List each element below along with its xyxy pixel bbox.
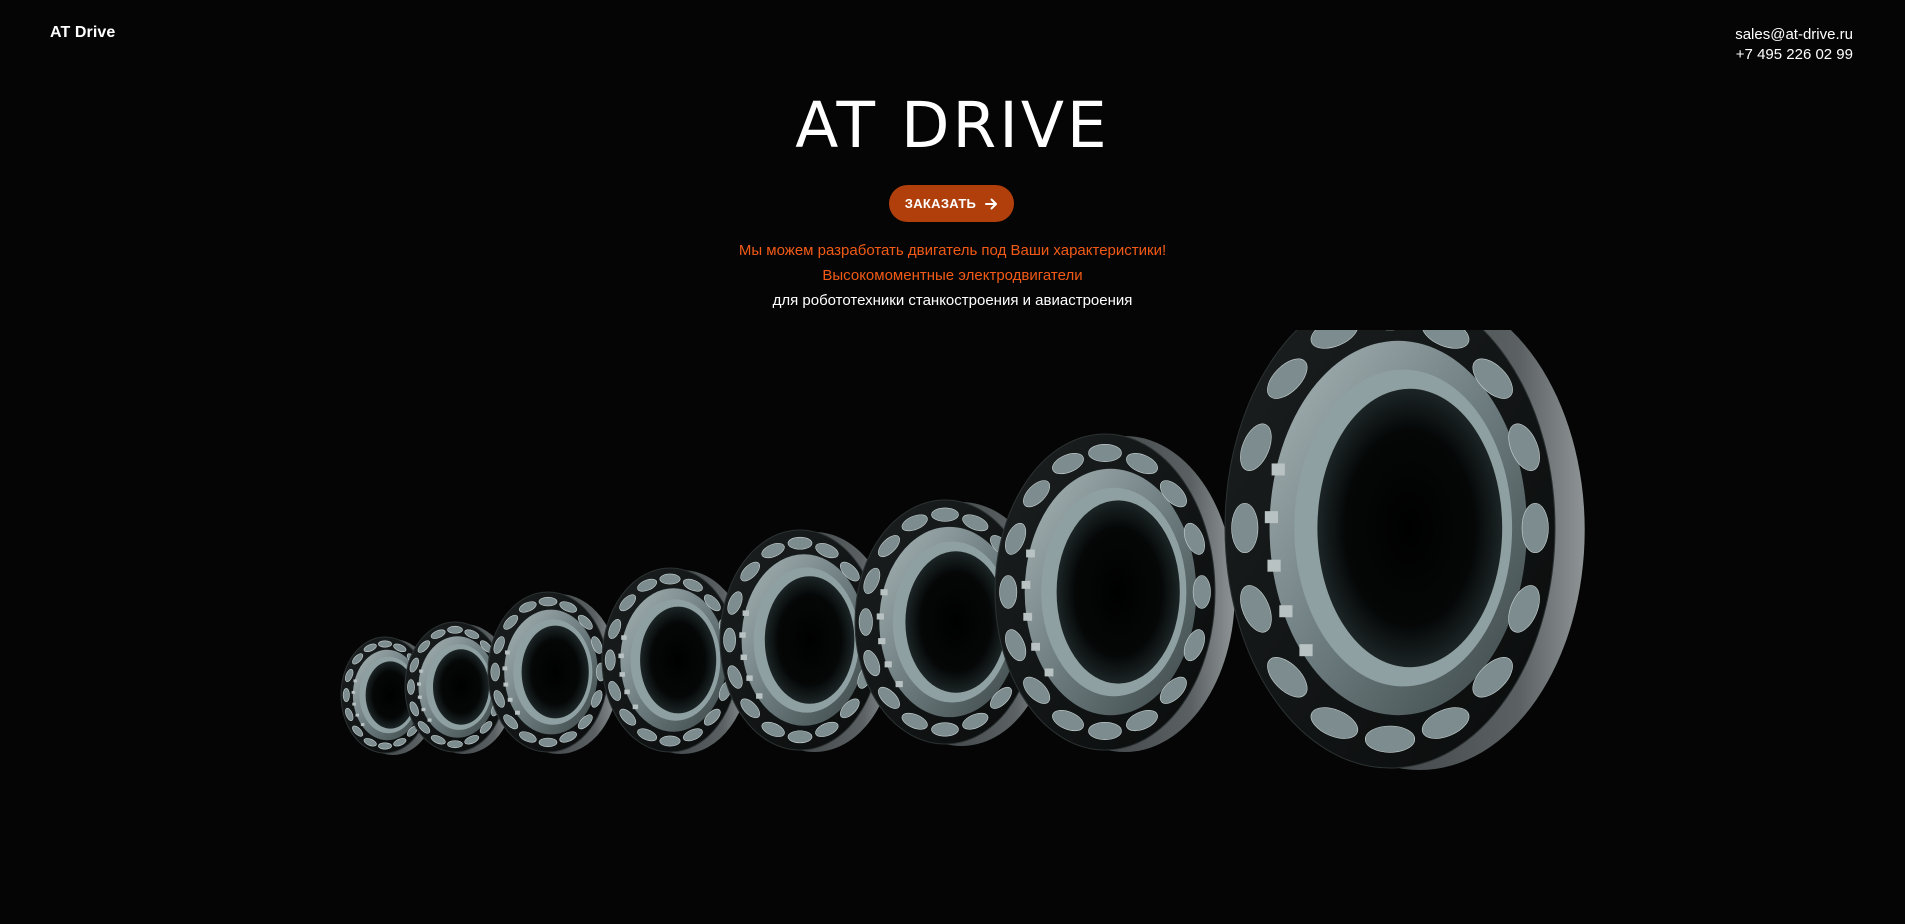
tagline-applications: для робототехники станкостроения и авиас… (772, 292, 1133, 309)
arrow-right-icon (985, 198, 998, 210)
motors-hero-image (0, 287, 1905, 770)
motor-ring (487, 591, 619, 754)
hero-title: AT DRIVE (795, 89, 1110, 162)
order-button[interactable]: ЗАКАЗАТЬ (889, 185, 1014, 222)
header-contacts: sales@at-drive.ru +7 495 226 02 99 (1735, 25, 1853, 65)
motor-ring (994, 433, 1235, 752)
email-link[interactable]: sales@at-drive.ru (1735, 25, 1853, 45)
tagline-custom-design: Мы можем разработать двигатель под Ваши … (738, 242, 1167, 259)
order-button-label: ЗАКАЗАТЬ (904, 196, 977, 211)
tagline-high-torque: Высокомоментные электродвигатели (822, 267, 1083, 284)
motor-ring (1224, 287, 1585, 770)
phone-link[interactable]: +7 495 226 02 99 (1735, 45, 1853, 65)
logo-link[interactable]: AT Drive (50, 24, 115, 42)
hero-taglines: Мы можем разработать двигатель под Ваши … (0, 238, 1905, 313)
